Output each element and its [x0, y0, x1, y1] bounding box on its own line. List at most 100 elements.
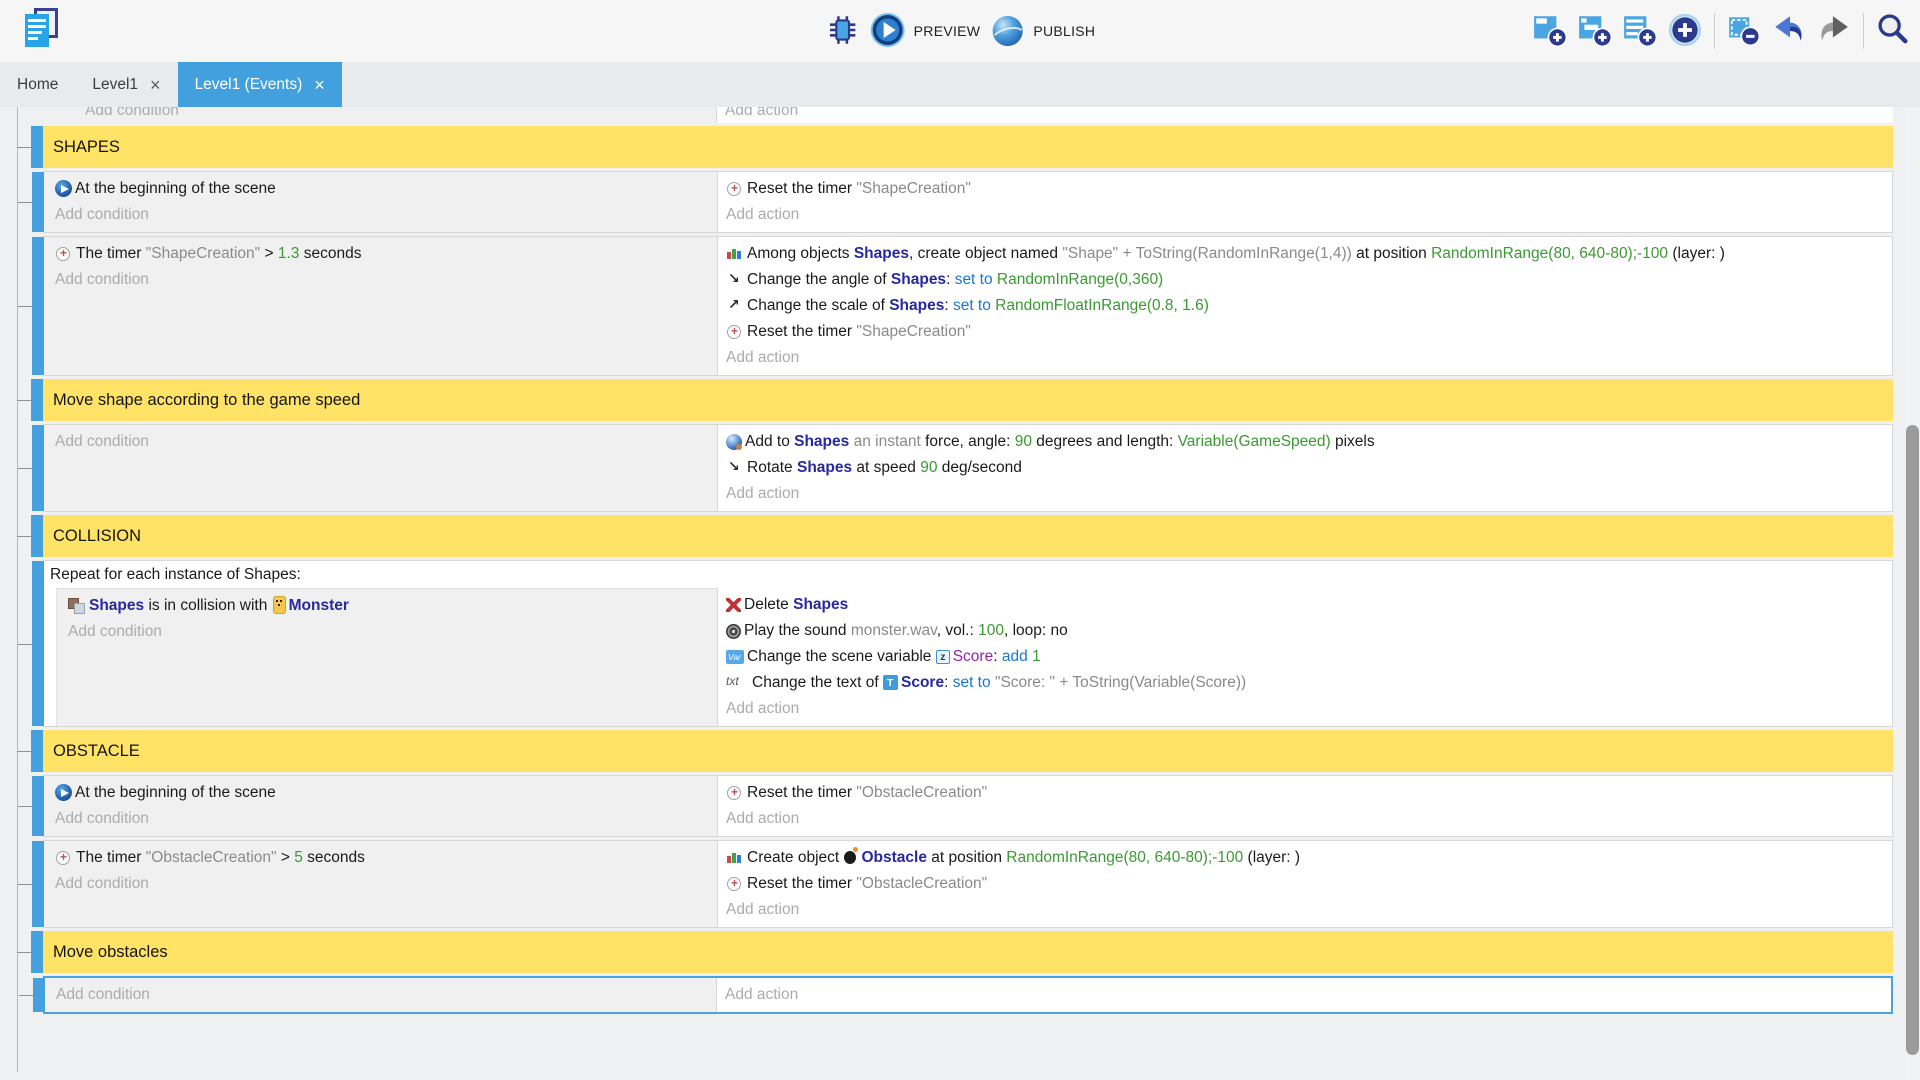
- comment-obstacle[interactable]: OBSTACLE: [43, 730, 1893, 772]
- text-part: Obstacle: [862, 849, 927, 866]
- add-action-button[interactable]: Add action: [726, 481, 1884, 507]
- condition-begin-scene[interactable]: At the beginning of the scene: [55, 176, 709, 202]
- project-manager-icon[interactable]: [22, 7, 62, 55]
- action-reset-timer[interactable]: Reset the timer "ObstacleCreation": [726, 871, 1884, 897]
- text-part: at position: [927, 849, 1006, 866]
- action-reset-timer[interactable]: Reset the timer "ShapeCreation": [726, 319, 1884, 345]
- action-delete[interactable]: Delete Shapes: [726, 592, 1884, 618]
- redo-button[interactable]: [1813, 9, 1855, 53]
- action-change-scale[interactable]: Change the scale of Shapes: set to Rando…: [726, 293, 1884, 319]
- add-action-button[interactable]: Add action: [725, 982, 1883, 1008]
- add-action-button[interactable]: Add action: [726, 897, 1884, 923]
- undo-button[interactable]: [1768, 9, 1810, 53]
- text-part: :: [944, 674, 953, 691]
- add-subevent-button[interactable]: [1574, 9, 1616, 53]
- add-any-event-button[interactable]: [1664, 9, 1706, 53]
- text-part: Shapes: [797, 459, 852, 476]
- action-rotate[interactable]: Rotate Shapes at speed 90 deg/second: [726, 455, 1884, 481]
- action-change-text[interactable]: Change the text of Score: set to "Score:…: [726, 670, 1884, 696]
- add-condition-button[interactable]: Add condition: [55, 806, 709, 832]
- add-condition-button[interactable]: Add condition: [55, 871, 709, 897]
- event-row-selected-empty[interactable]: Add condition Add action: [43, 976, 1893, 1014]
- timer-icon: [55, 245, 73, 261]
- add-condition-button[interactable]: Add condition: [68, 619, 709, 645]
- action-reset-timer[interactable]: Reset the timer "ShapeCreation": [726, 176, 1884, 202]
- comment-move-obstacles[interactable]: Move obstacles: [43, 931, 1893, 973]
- preview-play-icon: [869, 11, 907, 52]
- action-change-angle[interactable]: Change the angle of Shapes: set to Rando…: [726, 267, 1884, 293]
- publish-label: PUBLISH: [1033, 23, 1095, 39]
- add-condition-button[interactable]: Add condition: [55, 202, 709, 228]
- add-event-button[interactable]: [1529, 9, 1571, 53]
- text-part: Reset the timer: [747, 875, 856, 892]
- add-action-button[interactable]: Add action: [726, 345, 1884, 371]
- timer-icon: [726, 323, 744, 339]
- action-change-scene-variable[interactable]: Change the scene variable Score: add 1: [726, 644, 1884, 670]
- text-part: Change the scale of: [747, 297, 889, 314]
- comment-collision[interactable]: COLLISION: [43, 515, 1893, 557]
- action-reset-timer[interactable]: Reset the timer "ObstacleCreation": [726, 780, 1884, 806]
- text-part: "ShapeCreation": [146, 245, 260, 262]
- text-part: 90: [1015, 433, 1032, 450]
- tree-guide-line: [17, 107, 18, 1072]
- add-subevent-icon: [1577, 12, 1613, 51]
- condition-timer[interactable]: The timer "ShapeCreation" > 1.3 seconds: [55, 241, 709, 267]
- tab-home[interactable]: Home: [0, 62, 75, 107]
- play-icon: [55, 180, 72, 197]
- publish-button[interactable]: PUBLISH: [988, 11, 1095, 52]
- search-button[interactable]: [1872, 9, 1914, 53]
- close-icon[interactable]: ×: [314, 76, 325, 94]
- text-part: Among objects: [747, 245, 854, 262]
- comment-move-shape[interactable]: Move shape according to the game speed: [43, 379, 1893, 421]
- text-part: degrees and length:: [1032, 433, 1178, 450]
- event-row-obstacle-timer: The timer "ObstacleCreation" > 5 seconds…: [43, 840, 1893, 928]
- add-action-button[interactable]: Add action: [725, 107, 1885, 123]
- action-play-sound[interactable]: Play the sound monster.wav, vol.: 100, l…: [726, 618, 1884, 644]
- text-part: at position: [1352, 245, 1431, 262]
- add-condition-button[interactable]: Add condition: [55, 429, 709, 455]
- action-create-object[interactable]: Create object Obstacle at position Rando…: [726, 845, 1884, 871]
- text-part: 1: [1032, 648, 1041, 665]
- text-part: (layer: ): [1668, 245, 1725, 262]
- text-part: Create object: [747, 849, 844, 866]
- scrollbar-thumb[interactable]: [1906, 425, 1919, 1055]
- variable-icon: [726, 650, 744, 664]
- add-any-event-icon: [1667, 12, 1703, 51]
- text-part: "ObstacleCreation": [856, 784, 987, 801]
- timer-icon: [726, 784, 744, 800]
- text-part: (layer: ): [1243, 849, 1300, 866]
- add-condition-button[interactable]: Add condition: [85, 107, 708, 123]
- add-condition-button[interactable]: Add condition: [55, 267, 709, 293]
- text-part: Shapes: [89, 597, 144, 614]
- text-part: Shapes: [854, 245, 909, 262]
- undo-icon: [1771, 12, 1807, 51]
- text-part: force, angle:: [921, 433, 1015, 450]
- comment-shapes[interactable]: SHAPES: [43, 126, 1893, 168]
- repeat-header[interactable]: Repeat for each instance of Shapes:: [44, 561, 1892, 588]
- text-part: Reset the timer: [747, 180, 856, 197]
- text-part: no: [1050, 622, 1067, 639]
- tab-level1[interactable]: Level1 ×: [75, 62, 177, 107]
- add-comment-icon: [1622, 12, 1658, 51]
- vertical-scrollbar[interactable]: [1905, 107, 1920, 1080]
- condition-collision[interactable]: Shapes is in collision with Monster: [68, 593, 709, 619]
- text-part: :: [944, 297, 953, 314]
- text-part: set to: [953, 297, 991, 314]
- action-create-object[interactable]: Among objects Shapes, create object name…: [726, 241, 1884, 267]
- condition-timer[interactable]: The timer "ObstacleCreation" > 5 seconds: [55, 845, 709, 871]
- add-action-button[interactable]: Add action: [726, 202, 1884, 228]
- condition-begin-scene[interactable]: At the beginning of the scene: [55, 780, 709, 806]
- preview-button[interactable]: PREVIEW: [869, 11, 981, 52]
- close-icon[interactable]: ×: [150, 76, 161, 94]
- add-comment-button[interactable]: [1619, 9, 1661, 53]
- text-part: Score: [901, 674, 944, 691]
- tab-level1-events[interactable]: Level1 (Events) ×: [178, 62, 342, 107]
- action-add-force[interactable]: Add to Shapes an instant force, angle: 9…: [726, 429, 1884, 455]
- debug-button[interactable]: [825, 12, 861, 51]
- add-action-button[interactable]: Add action: [726, 696, 1884, 722]
- redo-icon: [1816, 12, 1852, 51]
- text-part: is in collision with: [144, 597, 272, 614]
- add-condition-button[interactable]: Add condition: [56, 982, 708, 1008]
- delete-selection-button[interactable]: [1723, 9, 1765, 53]
- add-action-button[interactable]: Add action: [726, 806, 1884, 832]
